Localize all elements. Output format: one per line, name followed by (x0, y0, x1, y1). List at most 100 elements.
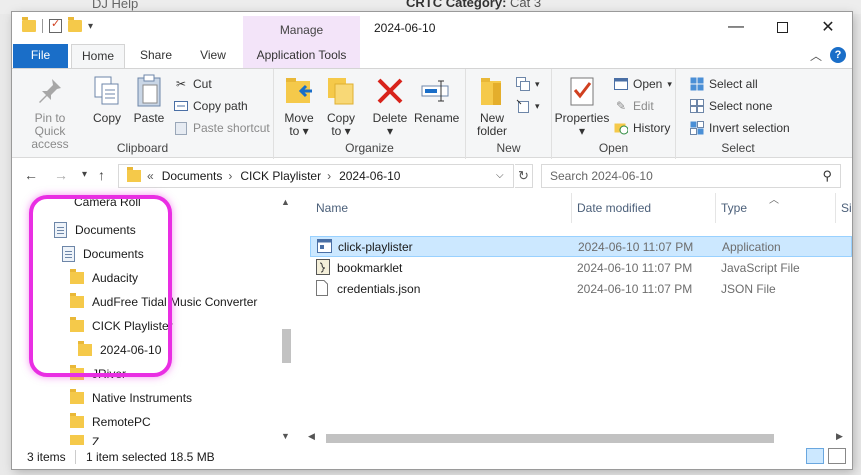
file-row-click-playlister[interactable]: click-playlister 2024-06-10 11:07 PM App… (310, 236, 852, 257)
recent-locations-icon[interactable]: ▾ (82, 169, 87, 180)
new-folder-button[interactable]: New folder (472, 74, 512, 138)
minimize-button[interactable]: — (713, 12, 759, 42)
ribbon: Pin to Quick access Copy Paste ✂ Cut Cop… (12, 68, 852, 159)
breadcrumb-cick-playlister[interactable]: CICK Playlister (240, 169, 321, 183)
close-button[interactable]: ✕ (805, 12, 851, 42)
scroll-left-icon[interactable]: ◀ (308, 431, 315, 442)
address-bar[interactable]: « Documents › CICK Playlister › 2024-06-… (118, 164, 514, 188)
tab-view[interactable]: View (189, 44, 237, 68)
column-header-type[interactable]: Type (721, 201, 747, 215)
refresh-button[interactable]: ↻ (515, 164, 533, 188)
delete-x-icon (374, 74, 406, 108)
select-all-label: Select all (709, 77, 758, 91)
invert-selection-button[interactable]: Invert selection (690, 118, 790, 138)
address-dropdown-icon[interactable]: ⌵ (496, 170, 504, 181)
collapse-ribbon-icon[interactable]: ︿ (810, 47, 822, 64)
easy-access-button[interactable]: ▾ (516, 96, 540, 116)
tree-item-native-instruments[interactable]: Native Instruments (70, 387, 192, 409)
up-button[interactable]: ↑ (98, 167, 105, 183)
overflow-chevron-icon[interactable]: « (147, 169, 154, 183)
selection-count: 1 item selected (86, 450, 167, 464)
invert-selection-icon (690, 121, 704, 135)
column-header-size[interactable]: Si (841, 201, 852, 215)
breadcrumb-documents[interactable]: Documents (162, 169, 223, 183)
nav-pane-scrollbar[interactable]: ▲ ▼ (278, 193, 295, 445)
manage-context-tab[interactable]: Manage (243, 16, 360, 44)
edit-button[interactable]: ✎ Edit (614, 96, 654, 116)
scrollbar-thumb[interactable] (282, 329, 291, 363)
paste-shortcut-button[interactable]: Paste shortcut (174, 118, 270, 138)
search-placeholder: Search 2024-06-10 (550, 169, 653, 183)
column-header-date-modified[interactable]: Date modified (577, 201, 651, 215)
tab-application-tools[interactable]: Application Tools (243, 44, 360, 68)
properties-qat-button[interactable] (49, 17, 62, 33)
breadcrumb-separator[interactable]: › (228, 169, 232, 183)
move-to-button[interactable]: Move to ▾ (280, 74, 318, 138)
edit-label: Edit (633, 99, 654, 113)
tree-item-remotepc[interactable]: RemotePC (70, 411, 151, 433)
folder-icon (70, 435, 84, 445)
delete-button[interactable]: Delete ▾ (370, 74, 410, 138)
column-divider[interactable] (715, 193, 716, 223)
scroll-down-icon[interactable]: ▼ (281, 431, 290, 441)
new-folder-qat-button[interactable] (68, 17, 82, 32)
divider (75, 450, 76, 464)
search-input[interactable]: Search 2024-06-10 ⚲ (541, 164, 841, 188)
copy-path-button[interactable]: Copy path (174, 96, 248, 116)
horizontal-scrollbar[interactable]: ◀ ▶ (302, 429, 852, 445)
file-row-credentials-json[interactable]: credentials.json 2024-06-10 11:07 PM JSO… (310, 278, 852, 299)
folder-icon (127, 167, 141, 182)
tree-item-z[interactable]: Z (70, 435, 99, 445)
window-title: 2024-06-10 (374, 21, 436, 35)
tree-item-label: Native Instruments (92, 391, 193, 405)
tab-share[interactable]: Share (132, 44, 180, 68)
file-date: 2024-06-10 11:07 PM (577, 281, 693, 296)
details-view-button[interactable] (806, 448, 824, 464)
history-button[interactable]: History (614, 118, 670, 138)
scrollbar-thumb[interactable] (326, 434, 774, 443)
breadcrumb-separator[interactable]: › (327, 169, 331, 183)
rename-button[interactable]: Rename (414, 74, 459, 125)
new-item-button[interactable]: ▾ (516, 74, 540, 94)
back-button[interactable]: ← (24, 167, 38, 183)
item-count: 3 items (27, 450, 66, 464)
file-row-bookmarklet[interactable]: bookmarklet 2024-06-10 11:07 PM JavaScri… (310, 257, 852, 278)
cut-button[interactable]: ✂ Cut (174, 74, 212, 94)
forward-button[interactable]: → (54, 167, 68, 183)
open-button[interactable]: Open ▾ (614, 74, 672, 94)
new-item-dropdown-icon: ▾ (535, 78, 540, 89)
help-icon[interactable]: ? (830, 47, 846, 63)
breadcrumb-current-folder[interactable]: 2024-06-10 (339, 169, 400, 183)
file-name: click-playlister (338, 239, 413, 254)
copy-to-button[interactable]: Copy to ▾ (322, 74, 360, 138)
organize-group-label: Organize (345, 141, 394, 155)
column-divider[interactable] (835, 193, 836, 223)
column-divider[interactable] (571, 193, 572, 223)
copy-to-label-line2: to ▾ (331, 124, 351, 138)
status-bar: 3 items 1 item selected 18.5 MB (12, 445, 852, 469)
highlight-annotation (29, 195, 172, 377)
scroll-up-icon[interactable]: ▲ (281, 197, 290, 207)
select-all-button[interactable]: Select all (690, 74, 758, 94)
scissors-icon: ✂ (175, 77, 187, 91)
column-header-name[interactable]: Name (316, 201, 348, 215)
clipboard-group: Pin to Quick access Copy Paste ✂ Cut Cop… (12, 69, 274, 159)
new-item-icon (516, 77, 530, 91)
copy-to-word: to (331, 124, 342, 138)
customize-qat-icon[interactable]: ▾ (88, 21, 93, 32)
delete-dropdown-icon: ▾ (386, 124, 394, 138)
tab-file[interactable]: File (13, 44, 68, 68)
tab-home[interactable]: Home (71, 44, 125, 69)
select-none-button[interactable]: Select none (690, 96, 772, 116)
maximize-button[interactable] (759, 12, 805, 42)
copy-button[interactable]: Copy (88, 74, 126, 125)
select-all-icon (690, 77, 704, 91)
paste-button[interactable]: Paste (130, 74, 168, 125)
properties-button[interactable]: Properties ▾ (554, 74, 610, 138)
scroll-right-icon[interactable]: ▶ (836, 431, 843, 442)
large-icons-view-button[interactable] (828, 448, 846, 464)
category-value: Cat 3 (510, 0, 542, 10)
move-label-line2: to ▾ (289, 124, 309, 138)
pin-to-quick-access-button[interactable]: Pin to Quick access (18, 74, 82, 151)
navigation-bar: ← → ▾ ↑ « Documents › CICK Playlister › … (12, 159, 852, 193)
